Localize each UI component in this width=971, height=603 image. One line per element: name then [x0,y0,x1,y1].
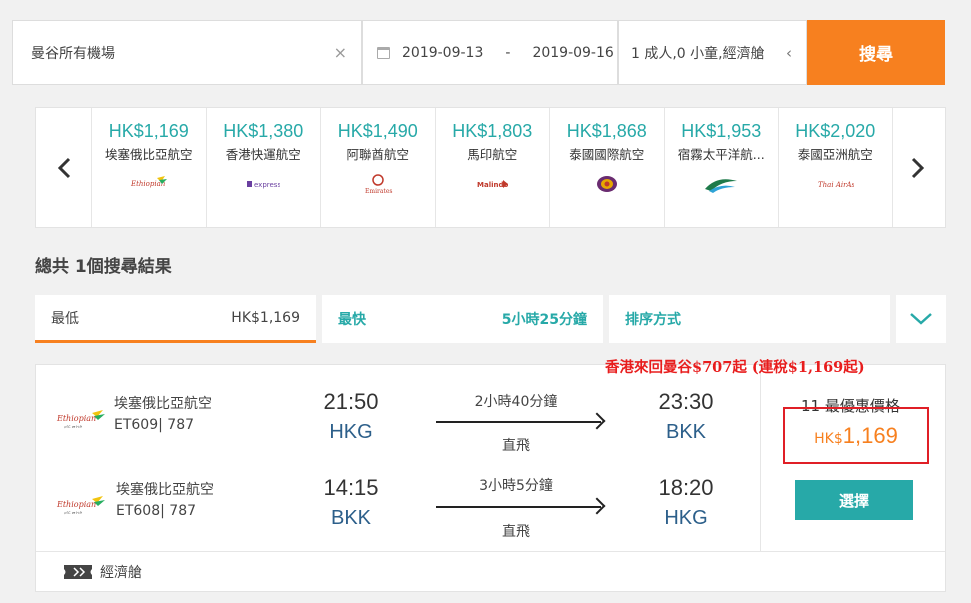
tab-fastest-label: 最快 [338,312,366,328]
thai-logo-icon [550,173,664,195]
airline-card[interactable]: HK$1,803 馬印航空 Malindo [434,108,550,227]
arrive-time: 23:30 [658,389,714,414]
date-from: 2019-09-13 [402,44,484,61]
airline-card[interactable]: HK$1,380 香港快運航空 express [205,108,321,227]
flight-arrow [436,506,601,508]
sort-expand-button[interactable] [896,295,946,343]
flight-duration: 3小時5分鐘 [479,478,553,494]
price-highlight: HK$ 1,169 [783,407,929,464]
tab-sort-by[interactable]: 排序方式 [609,295,890,343]
svg-text:አየር መንገድ: አየር መንገድ [64,424,82,429]
select-button[interactable]: 選擇 [795,480,913,520]
emirates-logo-icon: Emirates [321,173,435,195]
outbound-segment: Ethiopian አየር መንገድ 埃塞俄比亞航空 ET609| 787 21:… [36,385,761,470]
airline-carousel: HK$1,169 埃塞俄比亞航空 Ethiopian HK$1,380 香港快運… [35,107,946,228]
arrive-time: 18:20 [658,475,714,500]
cebu-logo-icon [665,173,779,195]
ethiopian-logo-icon: Ethiopian [92,173,206,195]
airline-card[interactable]: HK$1,953 宿霧太平洋航... [663,108,779,227]
airline-card[interactable]: HK$1,169 埃塞俄比亞航空 Ethiopian [91,108,206,227]
thaiairasia-logo-icon: Thai AirAsia [779,173,892,195]
tab-sort-label: 排序方式 [625,312,681,328]
search-button[interactable]: 搜尋 [807,20,945,85]
tab-cheapest[interactable]: 最低 HK$1,169 [35,295,316,343]
depart-time: 14:15 [323,475,379,500]
cabin-row: 經濟艙 [36,551,945,591]
search-bar: 曼谷所有機場 × 2019-09-13 - 2019-09-16 1 成人,0 … [0,0,971,90]
airline-name: 埃塞俄比亞航空 [104,147,193,162]
airline-name: 埃塞俄比亞航空 [114,396,212,412]
hkexpress-logo-icon: express [207,173,321,195]
date-separator: - [505,44,511,61]
destination-value: 曼谷所有機場 [31,45,115,62]
tab-fastest[interactable]: 最快 5小時25分鐘 [322,295,603,343]
airline-price: HK$1,169 [108,121,189,141]
ticket-icon [64,564,92,579]
airline-price: HK$1,803 [452,121,533,141]
depart-time: 21:50 [323,389,379,414]
svg-text:Ethiopian: Ethiopian [56,414,96,423]
depart-airport: BKK [330,507,372,529]
malindo-logo-icon: Malindo [436,173,550,195]
flight-result-card: Ethiopian አየር መንገድ 埃塞俄比亞航空 ET609| 787 21:… [35,364,946,592]
airline-name: 馬印航空 [467,147,518,162]
tab-cheapest-label: 最低 [51,310,79,327]
svg-text:express: express [254,181,280,189]
svg-text:አየር መንገድ: አየር መንገድ [64,510,82,515]
flight-arrow [436,421,601,423]
result-count: 總共 1個搜尋結果 [35,257,172,277]
price-currency: HK$ [814,431,843,447]
passenger-value: 1 成人,0 小童,經濟艙 [631,45,765,62]
date-range-input[interactable]: 2019-09-13 - 2019-09-16 [362,20,618,85]
flight-duration: 2小時40分鐘 [474,394,558,410]
flight-type: 直飛 [502,524,530,540]
cabin-class: 經濟艙 [100,564,142,581]
airline-name: 阿聯酋航空 [346,147,409,162]
depart-airport: HKG [329,421,373,443]
arrive-airport: BKK [665,421,707,443]
airline-card[interactable]: HK$1,490 阿聯酋航空 Emirates [320,108,435,227]
price-column: 11 最優惠價格 HK$ 1,169 選擇 [760,365,946,551]
calendar-icon [377,46,390,59]
airline-name: 香港快運航空 [225,147,301,162]
airline-price: HK$1,380 [223,121,304,141]
svg-text:Thai AirAsia: Thai AirAsia [818,181,854,189]
flight-code: ET608| 787 [116,503,197,519]
airline-cards: HK$1,169 埃塞俄比亞航空 Ethiopian HK$1,380 香港快運… [91,108,893,227]
price-value: 1,169 [842,423,898,448]
airline-card[interactable]: HK$1,868 泰國國際航空 [549,108,664,227]
airline-card[interactable]: HK$2,020 泰國亞洲航空 Thai AirAsia [778,108,893,227]
tab-fastest-value: 5小時25分鐘 [501,312,587,328]
chevron-down-icon [910,313,932,325]
airline-price: HK$1,490 [337,121,418,141]
date-to: 2019-09-16 [532,44,614,61]
airline-name: 宿霧太平洋航... [677,147,765,162]
clear-icon[interactable]: × [334,43,347,62]
svg-text:Ethiopian: Ethiopian [56,500,96,509]
airline-price: HK$1,868 [566,121,647,141]
arrive-airport: HKG [664,507,708,529]
passenger-selector[interactable]: 1 成人,0 小童,經濟艙 ‹ [618,20,807,85]
inbound-segment: Ethiopian አየር መንገድ 埃塞俄比亞航空 ET608| 787 14:… [36,471,761,556]
chevron-left-icon [57,157,70,178]
chevron-left-icon: ‹ [786,43,792,62]
tab-cheapest-value: HK$1,169 [231,309,300,326]
flight-type: 直飛 [502,438,530,454]
carousel-prev-button[interactable] [36,108,91,227]
ethiopian-logo-icon: Ethiopianአየር መንገድ [56,496,105,515]
promo-annotation: 香港來回曼谷$707起 (連稅$1,169起) [605,359,865,376]
svg-text:Emirates: Emirates [365,188,392,195]
destination-input[interactable]: 曼谷所有機場 × [12,20,362,85]
airline-price: HK$2,020 [795,121,876,141]
flight-code: ET609| 787 [114,417,195,433]
carousel-next-button[interactable] [890,108,945,227]
airline-price: HK$1,953 [681,121,762,141]
airline-name: 埃塞俄比亞航空 [116,482,214,498]
ethiopian-logo-icon: Ethiopianአየር መንገድ [56,410,105,429]
chevron-right-icon [911,157,924,178]
airline-name: 泰國亞洲航空 [797,147,873,162]
airline-name: 泰國國際航空 [569,147,645,162]
